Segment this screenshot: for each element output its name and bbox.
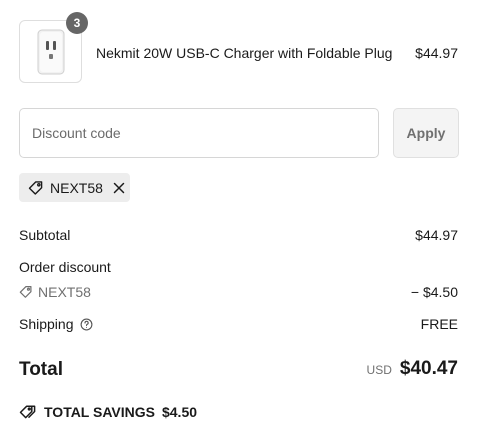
subtotal-value: $44.97 [415, 227, 458, 243]
tag-icon [19, 285, 33, 299]
total-savings-value: $4.50 [161, 404, 198, 420]
total-amount: $40.47 [399, 358, 458, 379]
order-discount-code-text: NEXT58 [38, 284, 91, 300]
total-savings: TOTAL SAVINGS $4.50 [19, 404, 197, 420]
product-name: Nekmit 20W USB-C Charger with Foldable P… [96, 45, 393, 61]
info-icon[interactable] [80, 318, 93, 331]
subtotal-label: Subtotal [19, 227, 71, 243]
order-discount-label: Order discount [19, 259, 111, 275]
order-discount-code: NEXT58 [19, 284, 91, 300]
total-savings-label: TOTAL SAVINGS [44, 404, 155, 420]
shipping-label-group: Shipping [19, 316, 93, 332]
applied-discount-code: NEXT58 [50, 179, 103, 196]
applied-discount-chip: NEXT58 [19, 173, 130, 202]
quantity-badge: 3 [66, 12, 88, 34]
total-label: Total [19, 359, 63, 380]
total-currency: USD [366, 363, 392, 377]
product-price: $44.97 [415, 45, 458, 61]
close-icon [113, 182, 125, 193]
charger-image [37, 29, 65, 75]
discount-code-input[interactable] [19, 108, 379, 158]
shipping-label: Shipping [19, 316, 74, 332]
total-value-group: USD $40.47 [367, 358, 458, 380]
savings-tag-icon [19, 404, 37, 420]
remove-discount-button[interactable] [113, 182, 125, 194]
shipping-value: FREE [420, 316, 458, 332]
apply-discount-button[interactable]: Apply [393, 108, 459, 158]
tag-icon [28, 180, 44, 196]
order-discount-value: − $4.50 [410, 284, 458, 300]
